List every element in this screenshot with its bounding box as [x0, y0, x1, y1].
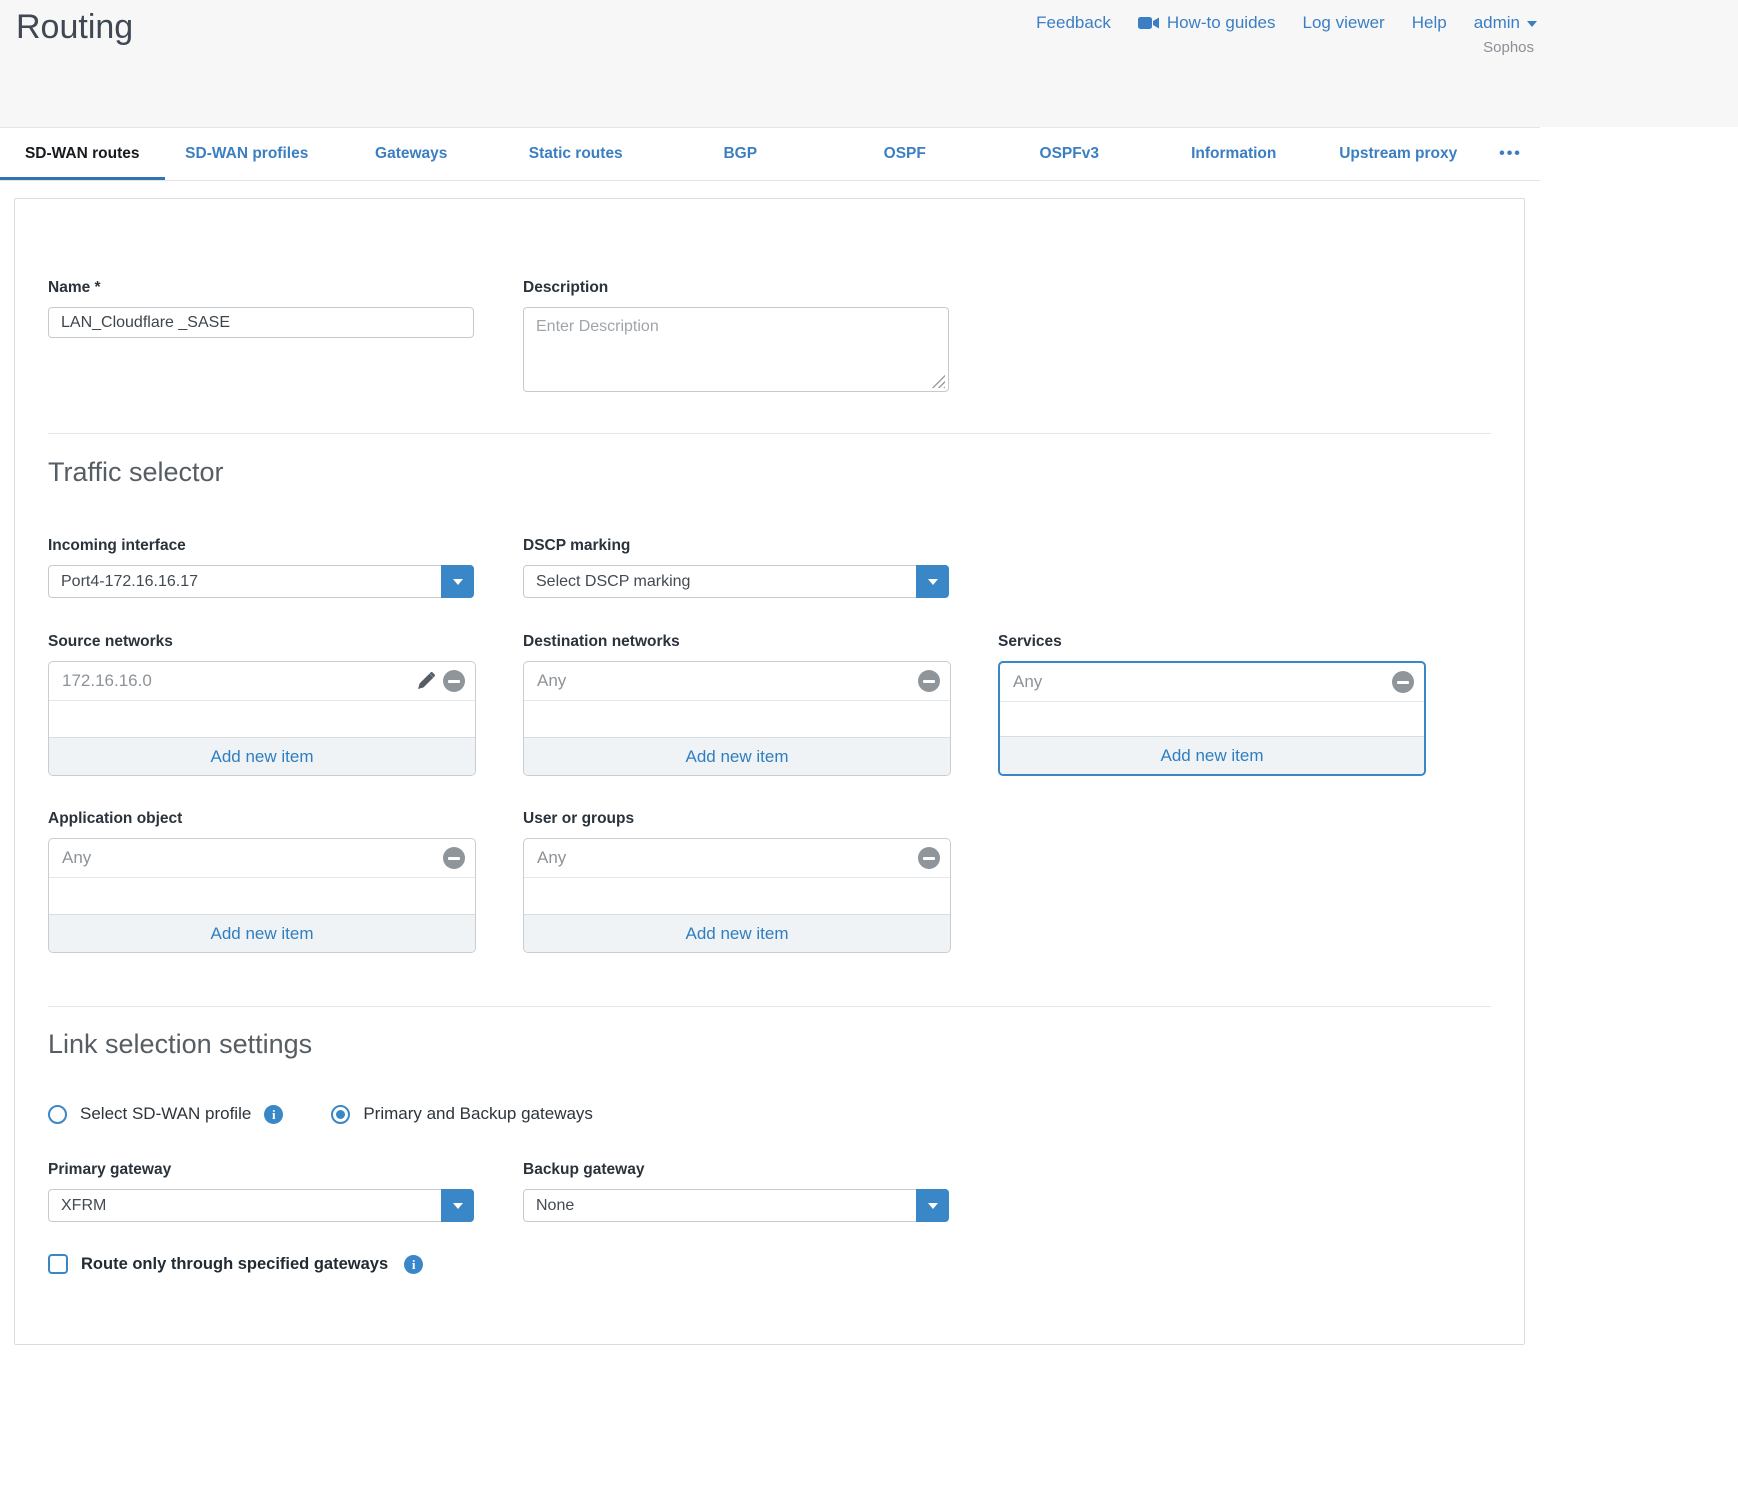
tab-sdwan-profiles[interactable]: SD-WAN profiles	[165, 128, 330, 180]
user-or-groups-add-button[interactable]: Add new item	[524, 914, 950, 952]
caret-down-icon	[453, 1203, 463, 1209]
tab-static-routes[interactable]: Static routes	[494, 128, 659, 180]
dscp-marking-dropdown-button[interactable]	[916, 565, 949, 598]
backup-gateway-value: None	[536, 1189, 574, 1222]
backup-gateway-select[interactable]: None	[523, 1189, 949, 1222]
incoming-interface-dropdown-button[interactable]	[441, 565, 474, 598]
sdwan-route-form-panel: Name * Description Traffic selector Inco…	[14, 198, 1525, 1345]
source-networks-add-button[interactable]: Add new item	[49, 737, 475, 775]
primary-gateway-value: XFRM	[61, 1189, 106, 1222]
section-divider	[48, 1006, 1491, 1007]
edit-pencil-icon[interactable]	[415, 671, 436, 692]
incoming-interface-select[interactable]: Port4-172.16.16.17	[48, 565, 474, 598]
incoming-interface-label: Incoming interface	[48, 537, 186, 555]
how-to-guides-link[interactable]: How-to guides	[1138, 13, 1276, 33]
destination-networks-add-button[interactable]: Add new item	[524, 737, 950, 775]
traffic-selector-heading: Traffic selector	[48, 457, 224, 488]
list-item: Any	[524, 662, 950, 701]
user-or-groups-box: Any Add new item	[523, 838, 951, 953]
top-header: Routing Feedback How-to guides Log viewe…	[0, 0, 1738, 127]
dscp-marking-label: DSCP marking	[523, 537, 630, 555]
tab-sdwan-routes[interactable]: SD-WAN routes	[0, 128, 165, 180]
route-only-checkbox[interactable]	[48, 1254, 68, 1274]
required-asterisk: *	[95, 279, 101, 296]
remove-item-icon[interactable]	[918, 847, 940, 869]
primary-gateway-select[interactable]: XFRM	[48, 1189, 474, 1222]
info-icon[interactable]	[404, 1255, 423, 1274]
info-icon[interactable]	[264, 1105, 283, 1124]
sdwan-profile-radio[interactable]	[48, 1105, 67, 1124]
brand-label: Sophos	[1483, 39, 1534, 56]
admin-menu[interactable]: admin	[1474, 13, 1537, 33]
primary-backup-gateways-radio-label: Primary and Backup gateways	[363, 1104, 593, 1124]
description-field-wrap	[523, 307, 949, 392]
section-divider	[48, 433, 1491, 434]
services-add-button[interactable]: Add new item	[1000, 736, 1424, 774]
list-item: Any	[49, 839, 475, 878]
help-link[interactable]: Help	[1412, 13, 1447, 33]
description-input[interactable]	[523, 307, 949, 392]
user-or-groups-label: User or groups	[523, 810, 634, 828]
caret-down-icon	[453, 579, 463, 585]
chevron-down-icon	[1527, 21, 1537, 27]
caret-down-icon	[928, 1203, 938, 1209]
destination-networks-box: Any Add new item	[523, 661, 951, 776]
feedback-link[interactable]: Feedback	[1036, 13, 1111, 33]
primary-gateway-label: Primary gateway	[48, 1161, 171, 1179]
name-label: Name *	[48, 279, 101, 297]
list-item: Any	[524, 839, 950, 878]
video-camera-icon	[1138, 16, 1160, 30]
top-nav: Feedback How-to guides Log viewer Help a…	[1036, 13, 1537, 33]
dscp-marking-select[interactable]: Select DSCP marking	[523, 565, 949, 598]
tab-upstream-proxy[interactable]: Upstream proxy	[1316, 128, 1481, 180]
description-label: Description	[523, 279, 608, 297]
backup-gateway-dropdown-button[interactable]	[916, 1189, 949, 1222]
primary-gateway-dropdown-button[interactable]	[441, 1189, 474, 1222]
name-input[interactable]	[48, 307, 474, 338]
destination-networks-label: Destination networks	[523, 633, 680, 651]
tab-bar: SD-WAN routes SD-WAN profiles Gateways S…	[0, 127, 1540, 181]
caret-down-icon	[928, 579, 938, 585]
application-object-box: Any Add new item	[48, 838, 476, 953]
application-object-label: Application object	[48, 810, 182, 828]
backup-gateway-label: Backup gateway	[523, 1161, 644, 1179]
tab-bgp[interactable]: BGP	[658, 128, 823, 180]
route-only-checkbox-label: Route only through specified gateways	[81, 1255, 388, 1274]
remove-item-icon[interactable]	[1392, 671, 1414, 693]
page-title: Routing	[16, 8, 133, 47]
sdwan-profile-radio-label: Select SD-WAN profile	[80, 1104, 251, 1124]
remove-item-icon[interactable]	[443, 847, 465, 869]
source-networks-box: 172.16.16.0 Add new item	[48, 661, 476, 776]
route-only-checkbox-row: Route only through specified gateways	[48, 1254, 423, 1274]
list-item: 172.16.16.0	[49, 662, 475, 701]
tabs-more-button[interactable]: •••	[1481, 128, 1541, 180]
primary-backup-gateways-radio[interactable]	[331, 1105, 350, 1124]
services-label: Services	[998, 633, 1062, 651]
remove-item-icon[interactable]	[443, 670, 465, 692]
source-networks-label: Source networks	[48, 633, 173, 651]
link-selection-radio-group: Select SD-WAN profile Primary and Backup…	[48, 1104, 593, 1124]
remove-item-icon[interactable]	[918, 670, 940, 692]
log-viewer-link[interactable]: Log viewer	[1303, 13, 1385, 33]
dscp-marking-value: Select DSCP marking	[536, 565, 690, 598]
services-box: Any Add new item	[998, 661, 1426, 776]
list-item: Any	[1000, 663, 1424, 702]
tab-information[interactable]: Information	[1152, 128, 1317, 180]
tab-gateways[interactable]: Gateways	[329, 128, 494, 180]
link-selection-heading: Link selection settings	[48, 1029, 312, 1060]
tab-ospf[interactable]: OSPF	[823, 128, 988, 180]
incoming-interface-value: Port4-172.16.16.17	[61, 565, 198, 598]
application-object-add-button[interactable]: Add new item	[49, 914, 475, 952]
tab-ospfv3[interactable]: OSPFv3	[987, 128, 1152, 180]
